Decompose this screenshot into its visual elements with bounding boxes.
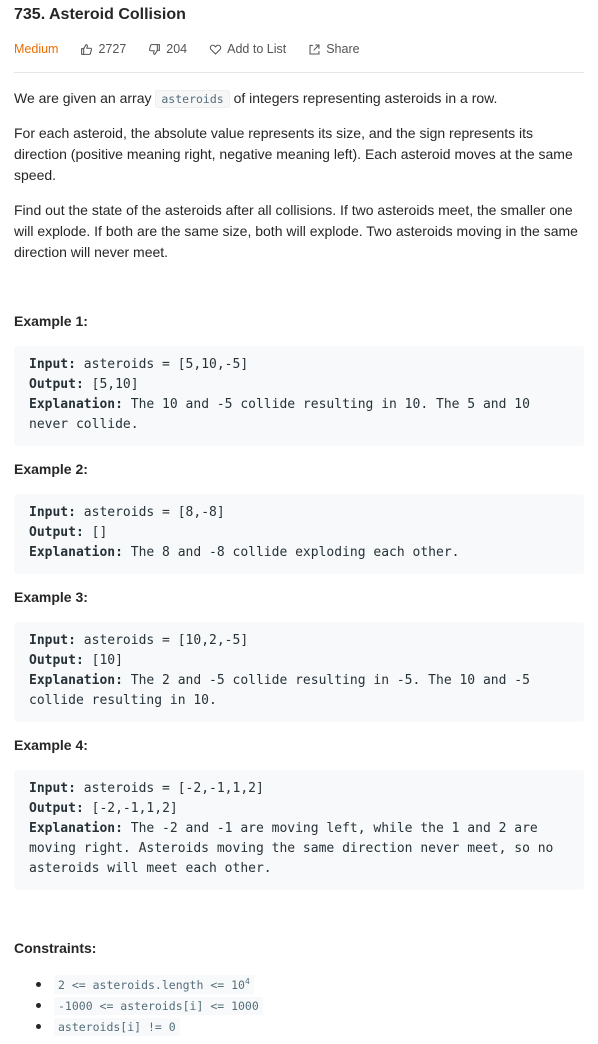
constraint-item: asteroids[i] != 0: [36, 1016, 263, 1037]
example-input-line: Input: asteroids = [-2,-1,1,2]: [29, 779, 569, 799]
like-button[interactable]: 2727: [80, 42, 126, 56]
example-explanation-line: Explanation: The 8 and -8 collide explod…: [29, 543, 569, 563]
output-value: []: [83, 525, 108, 540]
output-value: [5,10]: [83, 377, 139, 392]
problem-meta-bar: Medium 2727 204 Add to List Share: [14, 40, 382, 58]
example-4-title: Example 4:: [14, 737, 88, 753]
description-paragraph-2: For each asteroid, the absolute value re…: [14, 125, 573, 183]
example-output-line: Output: [-2,-1,1,2]: [29, 799, 569, 819]
example-input-line: Input: asteroids = [5,10,-5]: [29, 355, 569, 375]
explanation-label: Explanation:: [29, 545, 123, 560]
example-1-title: Example 1:: [14, 313, 88, 329]
output-value: [10]: [83, 653, 123, 668]
example-input-line: Input: asteroids = [10,2,-5]: [29, 631, 569, 651]
add-to-list-label: Add to List: [227, 42, 287, 56]
inline-code-asteroids: asteroids: [155, 90, 230, 108]
input-value: asteroids = [10,2,-5]: [75, 633, 249, 648]
input-label: Input:: [29, 633, 76, 648]
example-explanation-line: Explanation: The -2 and -1 are moving le…: [29, 819, 569, 879]
thumbs-down-icon: [149, 43, 161, 55]
example-3-title: Example 3:: [14, 589, 88, 605]
thumbs-up-icon: [81, 43, 93, 55]
output-label: Output:: [29, 801, 84, 816]
explanation-value: The 8 and -8 collide exploding each othe…: [122, 545, 460, 560]
example-output-line: Output: []: [29, 523, 569, 543]
example-output-line: Output: [5,10]: [29, 375, 569, 395]
description-text: of integers representing asteroids in a …: [229, 90, 498, 106]
example-1-box: Input: asteroids = [5,10,-5] Output: [5,…: [14, 346, 584, 446]
dislike-button[interactable]: 204: [148, 42, 187, 56]
input-value: asteroids = [5,10,-5]: [75, 357, 249, 372]
problem-title: 735. Asteroid Collision: [14, 6, 186, 23]
description-paragraph-3: Find out the state of the asteroids afte…: [14, 202, 578, 260]
output-value: [-2,-1,1,2]: [83, 801, 178, 816]
explanation-label: Explanation:: [29, 673, 123, 688]
difficulty-badge: Medium: [14, 42, 59, 56]
share-button[interactable]: Share: [308, 42, 360, 56]
example-2-box: Input: asteroids = [8,-8] Output: [] Exp…: [14, 494, 584, 574]
input-label: Input:: [29, 357, 76, 372]
input-label: Input:: [29, 781, 76, 796]
constraints-list: 2 <= asteroids.length <= 104 -1000 <= as…: [36, 974, 263, 1037]
like-count: 2727: [98, 42, 127, 56]
example-input-line: Input: asteroids = [8,-8]: [29, 503, 569, 523]
problem-page: 735. Asteroid Collision Medium 2727 204 …: [0, 0, 598, 1044]
constraint-exponent: 4: [244, 977, 250, 987]
constraint-code: 2 <= asteroids.length <= 104: [54, 975, 254, 994]
input-value: asteroids = [8,-8]: [75, 505, 225, 520]
constraints-title: Constraints:: [14, 940, 97, 956]
constraint-item: -1000 <= asteroids[i] <= 1000: [36, 995, 263, 1016]
add-to-list-button[interactable]: Add to List: [209, 42, 286, 56]
explanation-label: Explanation:: [29, 397, 123, 412]
constraint-code: asteroids[i] != 0: [54, 1017, 180, 1036]
constraint-text: 2 <= asteroids.length <= 10: [58, 977, 245, 992]
example-4-box: Input: asteroids = [-2,-1,1,2] Output: […: [14, 770, 584, 890]
heart-icon: [209, 44, 222, 55]
example-explanation-line: Explanation: The 2 and -5 collide result…: [29, 671, 569, 711]
input-label: Input:: [29, 505, 76, 520]
constraint-item: 2 <= asteroids.length <= 104: [36, 974, 263, 995]
output-label: Output:: [29, 653, 84, 668]
description-paragraph-1: We are given an array asteroids of integ…: [14, 88, 579, 110]
example-2-title: Example 2:: [14, 461, 88, 477]
example-explanation-line: Explanation: The 10 and -5 collide resul…: [29, 395, 569, 435]
explanation-label: Explanation:: [29, 821, 123, 836]
output-label: Output:: [29, 377, 84, 392]
share-label: Share: [326, 42, 360, 56]
description-text: We are given an array: [14, 90, 156, 106]
share-icon: [309, 44, 320, 54]
dislike-count: 204: [166, 42, 188, 56]
example-output-line: Output: [10]: [29, 651, 569, 671]
example-3-box: Input: asteroids = [10,2,-5] Output: [10…: [14, 622, 584, 722]
output-label: Output:: [29, 525, 84, 540]
constraint-code: -1000 <= asteroids[i] <= 1000: [54, 996, 263, 1015]
header-divider: [14, 72, 584, 73]
input-value: asteroids = [-2,-1,1,2]: [75, 781, 264, 796]
